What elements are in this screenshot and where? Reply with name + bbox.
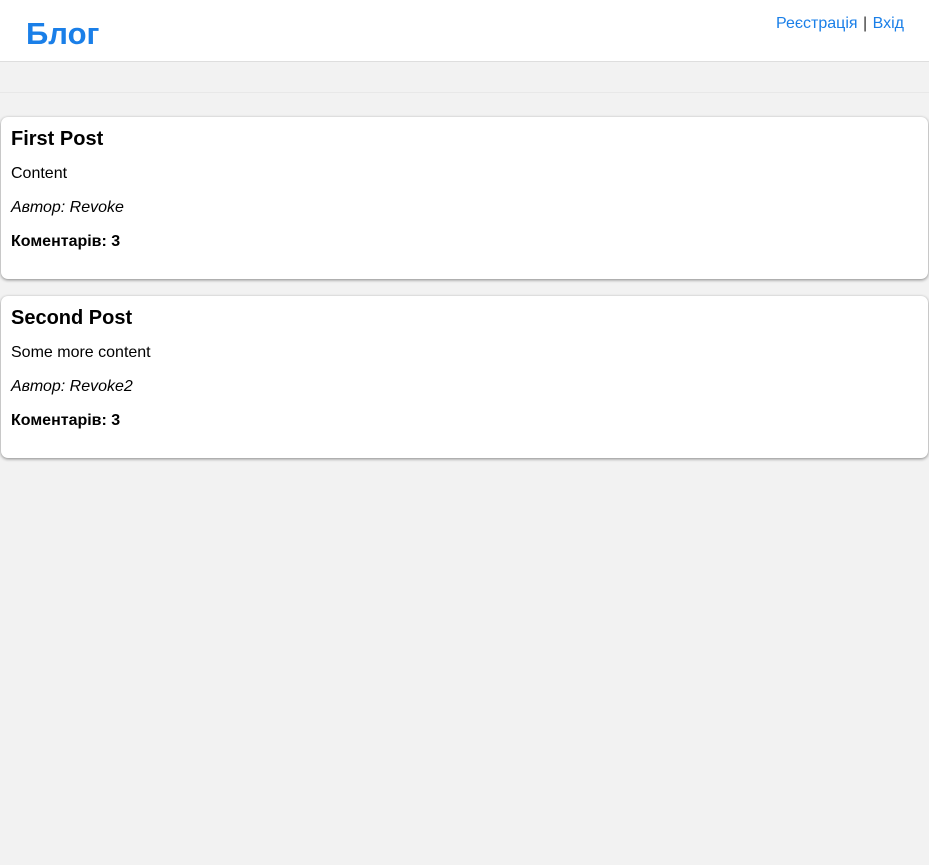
post-card: Second Post Some more content Автор: Rev… (1, 296, 928, 458)
login-link[interactable]: Вхід (873, 15, 904, 32)
site-header: Блог Реєстрація | Вхід (0, 0, 929, 62)
auth-nav: Реєстрація | Вхід (776, 14, 904, 34)
post-author: Автор: Revoke (11, 199, 124, 216)
post-comment-count: Коментарів: 3 (11, 233, 121, 250)
register-link[interactable]: Реєстрація (776, 15, 858, 32)
posts-list: First Post Content Автор: Revoke Комента… (0, 93, 929, 458)
nav-separator: | (863, 15, 868, 32)
post-title[interactable]: First Post (11, 127, 918, 151)
post-comment-count: Коментарів: 3 (11, 412, 121, 429)
post-content: Some more content (11, 344, 151, 361)
site-title[interactable]: Блог (26, 15, 99, 52)
post-content: Content (11, 165, 68, 182)
post-card: First Post Content Автор: Revoke Комента… (1, 117, 928, 279)
post-title[interactable]: Second Post (11, 306, 918, 330)
post-author: Автор: Revoke2 (11, 378, 133, 395)
subheader-bar (0, 62, 929, 93)
